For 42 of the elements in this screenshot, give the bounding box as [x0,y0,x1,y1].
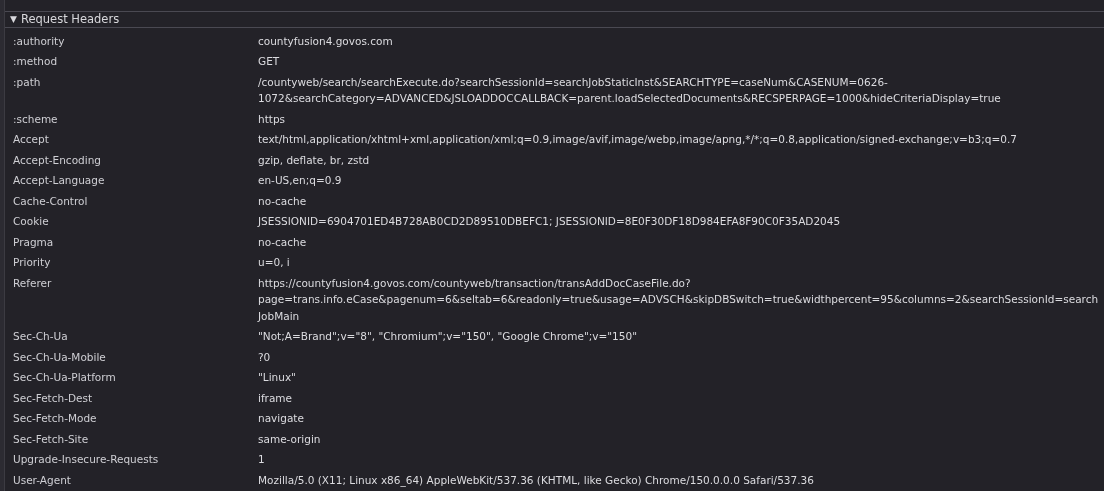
header-value: GET [258,54,281,69]
header-value: Mozilla/5.0 (X11; Linux x86_64) AppleWebKit/537.36 (KHTML, like Gecko) Chrome/150.0.0.0 Safari/537.36 [258,472,815,489]
header-name: Upgrade-Insecure-Requests [13,452,160,467]
header-value: en-US,en;q=0.9 [258,173,343,188]
header-value: no-cache [258,193,308,209]
header-value: iframe [258,390,294,406]
header-value: gzip, deflate, br, zstd [258,152,371,168]
header-value: navigate [258,411,305,426]
header-value: JSESSIONID=6904701ED4B728AB0CD2D89510DBEFC1; JSESSIONID=8E0F30DF18D984EFA8F90C0F35AD2045 [258,214,842,229]
header-name: Sec-Ch-Ua [13,329,69,344]
header-value: countyfusion4.govos.com [258,33,394,49]
header-name: Pragma [13,234,55,250]
header-name: :scheme [13,111,59,127]
header-name: Accept-Encoding [13,152,102,168]
header-value: u=0, i [258,255,291,270]
header-name: Sec-Fetch-Dest [13,390,94,406]
header-name: Sec-Ch-Ua-Mobile [13,349,107,365]
section-title: Request Headers [20,12,120,27]
header-name: :method [13,54,59,69]
header-name: Referer [13,275,53,291]
header-value: text/html,application/xhtml+xml,application/xml;q=0.9,image/avif,image/webp,image/apng,*/*;q=0.8,application/signed-exchange;v=b3;q=0.7 [258,132,1018,147]
header-name: Cookie [13,214,50,229]
header-name: Cache-Control [13,193,89,209]
header-name: :authority [13,33,66,49]
header-name: Sec-Fetch-Site [13,431,90,447]
header-value: https://countyfusion4.govos.com/countyweb/transaction/transAddDocCaseFile.do?page=trans.info.eCase&pagenum=6&seltab=6&readonly=true&usage=ADVSCH&skipDBSwitch=true&widthpercent=95&columns=2&searchSessionId=searchJobMain [258,275,1100,324]
header-value: no-cache [258,234,308,250]
header-name: Sec-Ch-Ua-Platform [13,370,117,385]
section-header[interactable]: ▼ Request Headers [5,12,1104,28]
header-name: Sec-Fetch-Mode [13,411,98,426]
header-value: 1 [258,452,266,467]
header-value: ?0 [258,349,272,365]
header-value: "Not;A=Brand";v="8", "Chromium";v="150", "Google Chrome";v="150" [258,329,638,344]
header-name: Accept [13,132,50,147]
header-name: :path [13,74,42,90]
header-value: https [258,111,287,127]
header-value: "Linux" [258,370,297,385]
header-value: same-origin [258,431,322,447]
header-name: Priority [13,255,52,270]
header-name: User-Agent [13,472,72,488]
collapse-toggle[interactable]: ▼ [10,14,17,25]
header-name: Accept-Language [13,173,106,188]
